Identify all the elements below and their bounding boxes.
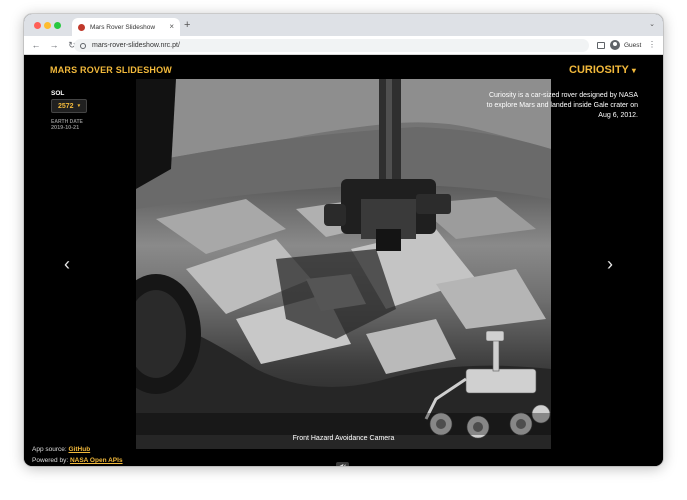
rover-name: CURIOSITY	[569, 64, 629, 76]
rover-dropdown[interactable]: CURIOSITY ▾	[569, 64, 636, 76]
address-bar[interactable]: mars-rover-slideshow.nrc.pt/	[74, 39, 589, 52]
sol-value: 2572	[58, 102, 74, 110]
new-tab-button[interactable]: +	[184, 18, 190, 32]
speaker-mute-icon: ◀×	[338, 464, 346, 466]
side-panel-icon[interactable]	[597, 42, 605, 49]
close-window-button[interactable]	[34, 22, 41, 29]
chevron-down-icon: ▾	[631, 66, 636, 75]
url-text[interactable]: mars-rover-slideshow.nrc.pt/	[92, 42, 180, 49]
close-tab-icon[interactable]: ×	[169, 23, 174, 31]
forward-arrow-icon[interactable]: →	[48, 36, 60, 55]
maximize-window-button[interactable]	[54, 22, 61, 29]
profile-label: Guest	[624, 41, 642, 49]
browser-window: Mars Rover Slideshow × + ⌄ ← → ↻ mars-ro…	[24, 14, 663, 466]
chevron-down-icon: ▾	[77, 103, 81, 109]
site-title[interactable]: MARS ROVER SLIDESHOW	[50, 65, 172, 75]
tab-strip: Mars Rover Slideshow × + ⌄	[24, 14, 663, 36]
minimize-window-button[interactable]	[44, 22, 51, 29]
mute-button[interactable]: ◀×	[336, 462, 349, 466]
footer-powered-prefix: Powered by:	[32, 457, 69, 464]
back-arrow-icon[interactable]: ←	[30, 36, 42, 55]
rover-photo	[136, 79, 551, 449]
next-photo-button[interactable]: ›	[607, 255, 613, 273]
site-info-icon[interactable]	[80, 42, 86, 49]
nasa-apis-link[interactable]: NASA Open APIs	[70, 457, 123, 464]
footer-source: App source: GitHub	[32, 446, 90, 453]
browser-menu-icon[interactable]: ⋮	[648, 40, 656, 49]
rover-description: Curiosity is a car-sized rover designed …	[486, 92, 638, 119]
tab-search-icon[interactable]: ⌄	[649, 20, 655, 28]
browser-tab[interactable]: Mars Rover Slideshow ×	[72, 18, 180, 36]
camera-caption: Front Hazard Avoidance Camera	[292, 435, 395, 442]
sol-label: SOL	[51, 90, 65, 97]
github-link[interactable]: GitHub	[69, 446, 91, 453]
web-page: MARS ROVER SLIDESHOW CURIOSITY ▾ SOL 2572…	[24, 55, 663, 466]
footer-powered: Powered by: NASA Open APIs	[32, 457, 123, 464]
footer-source-prefix: App source:	[32, 446, 67, 453]
profile-button[interactable]: Guest	[610, 40, 641, 50]
browser-toolbar: ← → ↻ mars-rover-slideshow.nrc.pt/ Guest…	[24, 36, 663, 55]
profile-icon	[610, 40, 620, 50]
earth-date: 2019-10-21	[51, 125, 80, 131]
previous-photo-button[interactable]: ‹	[64, 255, 70, 273]
tab-title: Mars Rover Slideshow	[90, 23, 156, 31]
sol-dropdown[interactable]: 2572 ▾	[51, 99, 87, 113]
favicon-icon	[78, 23, 85, 31]
